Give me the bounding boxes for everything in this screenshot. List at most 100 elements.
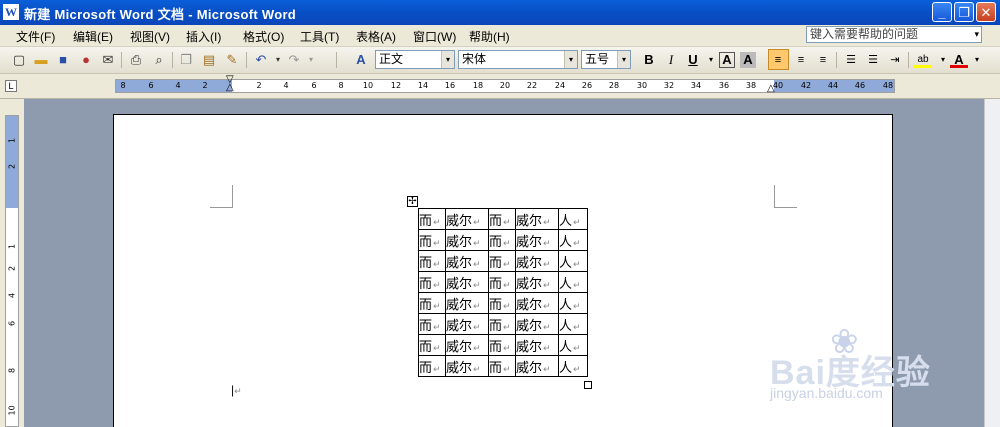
table-cell[interactable]: 威尔↵ [515,271,559,293]
char-border-button[interactable]: A [719,52,735,68]
table-cell[interactable]: 而↵ [488,271,516,293]
table-cell[interactable]: 威尔↵ [515,250,559,272]
save-icon[interactable]: ■ [54,51,72,69]
align-right-icon[interactable]: ≡ [814,51,832,69]
underline-button[interactable]: U [684,51,702,69]
table-cell[interactable]: 人↵ [558,271,588,293]
redo-dropdown-icon[interactable]: ▾ [302,51,320,69]
text-cursor-paragraph-mark[interactable]: |↵ [231,383,242,397]
open-folder-icon[interactable]: ▬ [32,51,50,69]
maximize-button[interactable]: ❐ [954,2,974,22]
table-cell[interactable]: 威尔↵ [515,229,559,251]
table-cell[interactable]: 而↵ [488,292,516,314]
underline-dropdown-icon[interactable]: ▾ [702,51,720,69]
email-icon[interactable]: ✉ [99,51,117,69]
table-cell[interactable]: 而↵ [488,208,516,230]
new-document-icon[interactable]: ▢ [10,51,28,69]
bold-button[interactable]: B [640,51,658,69]
table-cell[interactable]: 人↵ [558,292,588,314]
paste-icon[interactable]: ▤ [200,51,218,69]
close-button[interactable]: ✕ [976,2,996,22]
table-resize-handle[interactable] [584,381,592,389]
size-select[interactable]: 五号 ▾ [581,50,631,69]
table-cell[interactable]: 威尔↵ [445,250,489,272]
table-cell[interactable]: 而↵ [418,334,446,356]
table-cell[interactable]: 人↵ [558,250,588,272]
table-cell[interactable]: 人↵ [558,355,588,377]
table-cell[interactable]: 而↵ [418,208,446,230]
table-cell[interactable]: 人↵ [558,313,588,335]
table-cell[interactable]: 而↵ [418,250,446,272]
table-cell[interactable]: 威尔↵ [445,292,489,314]
menu-file[interactable]: 文件(F) [16,28,55,45]
table-cell[interactable]: 威尔↵ [515,334,559,356]
menu-edit[interactable]: 编辑(E) [73,28,113,45]
table-cell[interactable]: 而↵ [488,355,516,377]
print-icon[interactable]: ⎙ [127,51,145,69]
tab-selector[interactable]: L [5,80,17,92]
table-cell[interactable]: 威尔↵ [445,208,489,230]
help-dropdown-icon[interactable]: ▾ [974,27,979,42]
align-center-icon[interactable]: ≡ [792,51,810,69]
print-preview-icon[interactable]: ⌕ [150,51,168,69]
permission-icon[interactable]: ● [77,51,95,69]
help-question-input[interactable]: 键入需要帮助的问题 ▾ [806,26,982,43]
table-cell[interactable]: 而↵ [418,313,446,335]
table-cell[interactable]: 而↵ [418,229,446,251]
table-cell[interactable]: 威尔↵ [515,355,559,377]
menu-tools[interactable]: 工具(T) [300,28,339,45]
menu-help[interactable]: 帮助(H) [469,28,510,45]
table-cell[interactable]: 威尔↵ [515,208,559,230]
style-dropdown-icon[interactable]: ▾ [441,51,454,68]
vertical-scrollbar[interactable] [984,99,1000,427]
table-cell[interactable]: 威尔↵ [445,334,489,356]
table-cell[interactable]: 威尔↵ [445,271,489,293]
bulleted-list-icon[interactable]: ☰ [864,51,882,69]
right-indent-marker[interactable]: △ [767,83,775,94]
table-cell[interactable]: 而↵ [488,313,516,335]
size-dropdown-icon[interactable]: ▾ [617,51,630,68]
vruler-tick: 1 [7,137,17,144]
font-select[interactable]: 宋体 ▾ [458,50,578,69]
menu-view[interactable]: 视图(V) [130,28,170,45]
table-cell[interactable]: 人↵ [558,334,588,356]
table-move-handle[interactable]: ✢ [407,196,418,207]
menu-window[interactable]: 窗口(W) [413,28,456,45]
cell-end-mark: ↵ [433,217,441,228]
font-color-dropdown-icon[interactable]: ▾ [968,51,986,69]
table-cell[interactable]: 而↵ [488,229,516,251]
font-color-button[interactable]: A [950,51,968,68]
italic-button[interactable]: I [662,51,680,69]
highlight-icon[interactable]: ab [914,51,932,68]
style-select[interactable]: 正文 ▾ [375,50,455,69]
styles-pane-icon[interactable]: A [352,51,370,69]
font-dropdown-icon[interactable]: ▾ [564,51,577,68]
minimize-button[interactable]: _ [932,2,952,22]
table-cell[interactable]: 而↵ [418,271,446,293]
redo-icon[interactable]: ↷ [285,51,303,69]
document-table[interactable]: 而↵ 威尔↵ 而↵ 威尔↵ 人↵ 而↵ 威尔↵ 而↵ 威尔↵ 人↵ 而↵ 威尔↵ 而↵ 威尔↵ 人↵ 而↵ 威尔… [418,208,588,377]
copy-icon[interactable]: ❐ [177,51,195,69]
format-painter-icon[interactable]: ✎ [223,51,241,69]
vertical-ruler[interactable]: 1 2 1 2 4 6 8 10 [5,115,19,427]
first-line-indent-marker[interactable]: ▽ △ [226,75,234,93]
table-cell[interactable]: 威尔↵ [445,313,489,335]
char-shading-button[interactable]: A [740,52,756,68]
table-cell[interactable]: 人↵ [558,229,588,251]
indent-icon[interactable]: ⇥ [886,51,904,69]
table-cell[interactable]: 威尔↵ [515,292,559,314]
table-cell[interactable]: 而↵ [488,250,516,272]
menu-format[interactable]: 格式(O) [243,28,284,45]
table-cell[interactable]: 威尔↵ [515,313,559,335]
menu-table[interactable]: 表格(A) [356,28,396,45]
table-cell[interactable]: 而↵ [418,292,446,314]
menu-insert[interactable]: 插入(I) [186,28,221,45]
undo-icon[interactable]: ↶ [252,51,270,69]
table-cell[interactable]: 而↵ [418,355,446,377]
table-cell[interactable]: 而↵ [488,334,516,356]
table-cell[interactable]: 威尔↵ [445,355,489,377]
numbered-list-icon[interactable]: ☰ [842,51,860,69]
table-cell[interactable]: 威尔↵ [445,229,489,251]
table-cell[interactable]: 人↵ [558,208,588,230]
word-app-icon[interactable]: W [3,4,19,20]
